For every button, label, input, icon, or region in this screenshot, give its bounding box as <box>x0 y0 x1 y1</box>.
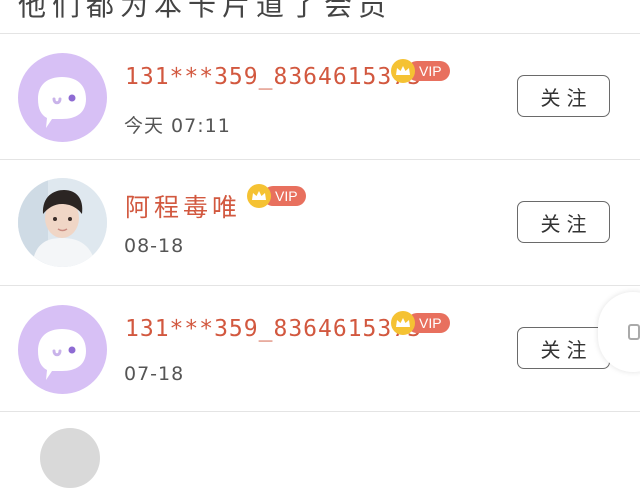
follow-button[interactable]: 关注 <box>517 327 610 369</box>
follow-button[interactable]: 关注 <box>517 75 610 117</box>
list-item[interactable]: 131***359_8364615373 VIP 07-18 关注 <box>0 286 640 412</box>
default-avatar-icon[interactable] <box>18 305 107 394</box>
timestamp: 07-18 <box>124 363 185 385</box>
timestamp: 今天 07:11 <box>124 115 231 137</box>
follow-button[interactable]: 关注 <box>517 201 610 243</box>
vip-badge: VIP <box>247 184 306 208</box>
user-photo-avatar[interactable] <box>18 178 107 267</box>
vip-badge: VIP <box>391 59 450 83</box>
top-banner: 他们都为本卡片道了会员 <box>0 0 640 33</box>
list-item[interactable]: 131***359_8364615373 VIP 今天 07:11 关注 <box>0 34 640 160</box>
user-photo-avatar[interactable] <box>40 428 100 488</box>
crown-icon <box>391 59 415 83</box>
note-icon <box>628 324 640 340</box>
vip-badge: VIP <box>391 311 450 335</box>
banner-text: 他们都为本卡片道了会员 <box>18 0 393 22</box>
divider <box>0 411 640 412</box>
user-name[interactable]: 131***359_8364615373 <box>125 316 422 342</box>
crown-icon <box>247 184 271 208</box>
default-avatar-icon[interactable] <box>18 53 107 142</box>
user-name[interactable]: 阿程毒唯 <box>125 188 241 224</box>
user-name[interactable]: 131***359_8364615373 <box>125 64 422 90</box>
list-item[interactable]: 阿程毒唯 VIP 08-18 关注 <box>0 160 640 286</box>
timestamp: 08-18 <box>124 235 185 257</box>
crown-icon <box>391 311 415 335</box>
